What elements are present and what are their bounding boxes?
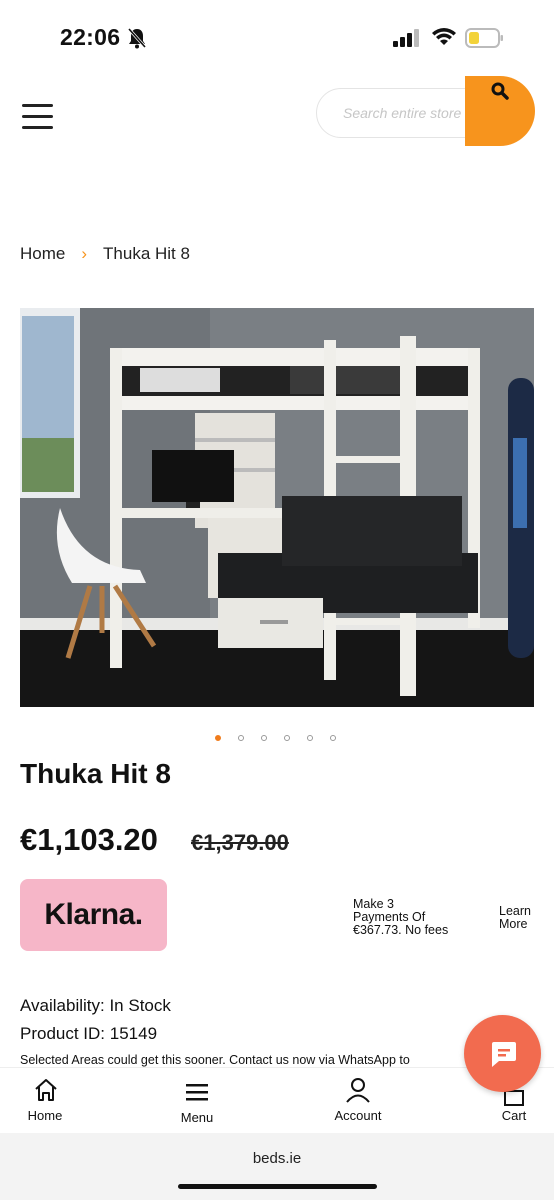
gallery-dot[interactable] [284,735,290,741]
learn-more-line: More [499,917,528,931]
status-time: 22:06 [60,24,121,50]
breadcrumb-separator: › [81,244,88,263]
learn-more-link[interactable]: Learn More [499,905,543,931]
nav-account[interactable]: Account [318,1068,398,1134]
nav-menu[interactable]: Menu [157,1068,237,1134]
chat-button[interactable] [464,1015,541,1092]
breadcrumb-home-link[interactable]: Home [20,244,65,264]
nav-menu-label: Menu [180,1110,214,1125]
nav-home[interactable]: Home [5,1068,85,1134]
home-icon [35,1079,57,1101]
gallery-dot[interactable] [307,735,313,741]
gallery-dot[interactable] [330,735,336,741]
breadcrumb-current: Thuka Hit 8 [103,244,190,263]
availability-status: Availability: In Stock [20,996,171,1015]
gallery-dot[interactable] [238,735,244,741]
search-button[interactable] [465,76,535,146]
nav-home-label: Home [27,1108,63,1123]
hamburger-menu-button[interactable] [22,104,54,130]
bell-muted-icon [127,28,147,49]
nav-cart-label: Cart [501,1108,527,1123]
chat-bubble-icon [492,1042,516,1067]
bottom-navigation: Home Menu Account Cart [0,1067,554,1133]
status-bar: 22:06 [0,0,554,76]
wifi-icon [432,28,456,45]
menu-icon [186,1084,208,1101]
product-id: Product ID: 15149 [20,1024,158,1043]
gallery-dot[interactable] [215,735,221,741]
cellular-signal-icon [393,29,419,47]
gallery-dot[interactable] [261,735,267,741]
product-title: Thuka Hit 8 [20,758,171,789]
klarna-badge[interactable]: Klarna. [20,879,167,951]
nav-account-label: Account [334,1108,382,1123]
search-icon [491,82,509,100]
old-price: €1,379.00 [191,830,289,855]
klarna-line: €367.73. No fees [353,923,449,937]
battery-icon [465,28,503,48]
current-price: €1,103.20 [20,822,158,857]
breadcrumb: Home › Thuka Hit 8 [20,244,190,264]
account-icon [346,1078,370,1103]
url-label[interactable]: beds.ie [0,1150,554,1167]
bunk-bed-photo [20,308,534,707]
klarna-installments-text: Make 3 Payments Of €367.73. No fees [353,898,473,937]
gallery-pagination [215,735,336,741]
product-image[interactable] [20,308,534,707]
delivery-notice: Selected Areas could get this sooner. Co… [20,1053,410,1067]
home-indicator [178,1184,377,1189]
search-input[interactable] [317,89,477,137]
